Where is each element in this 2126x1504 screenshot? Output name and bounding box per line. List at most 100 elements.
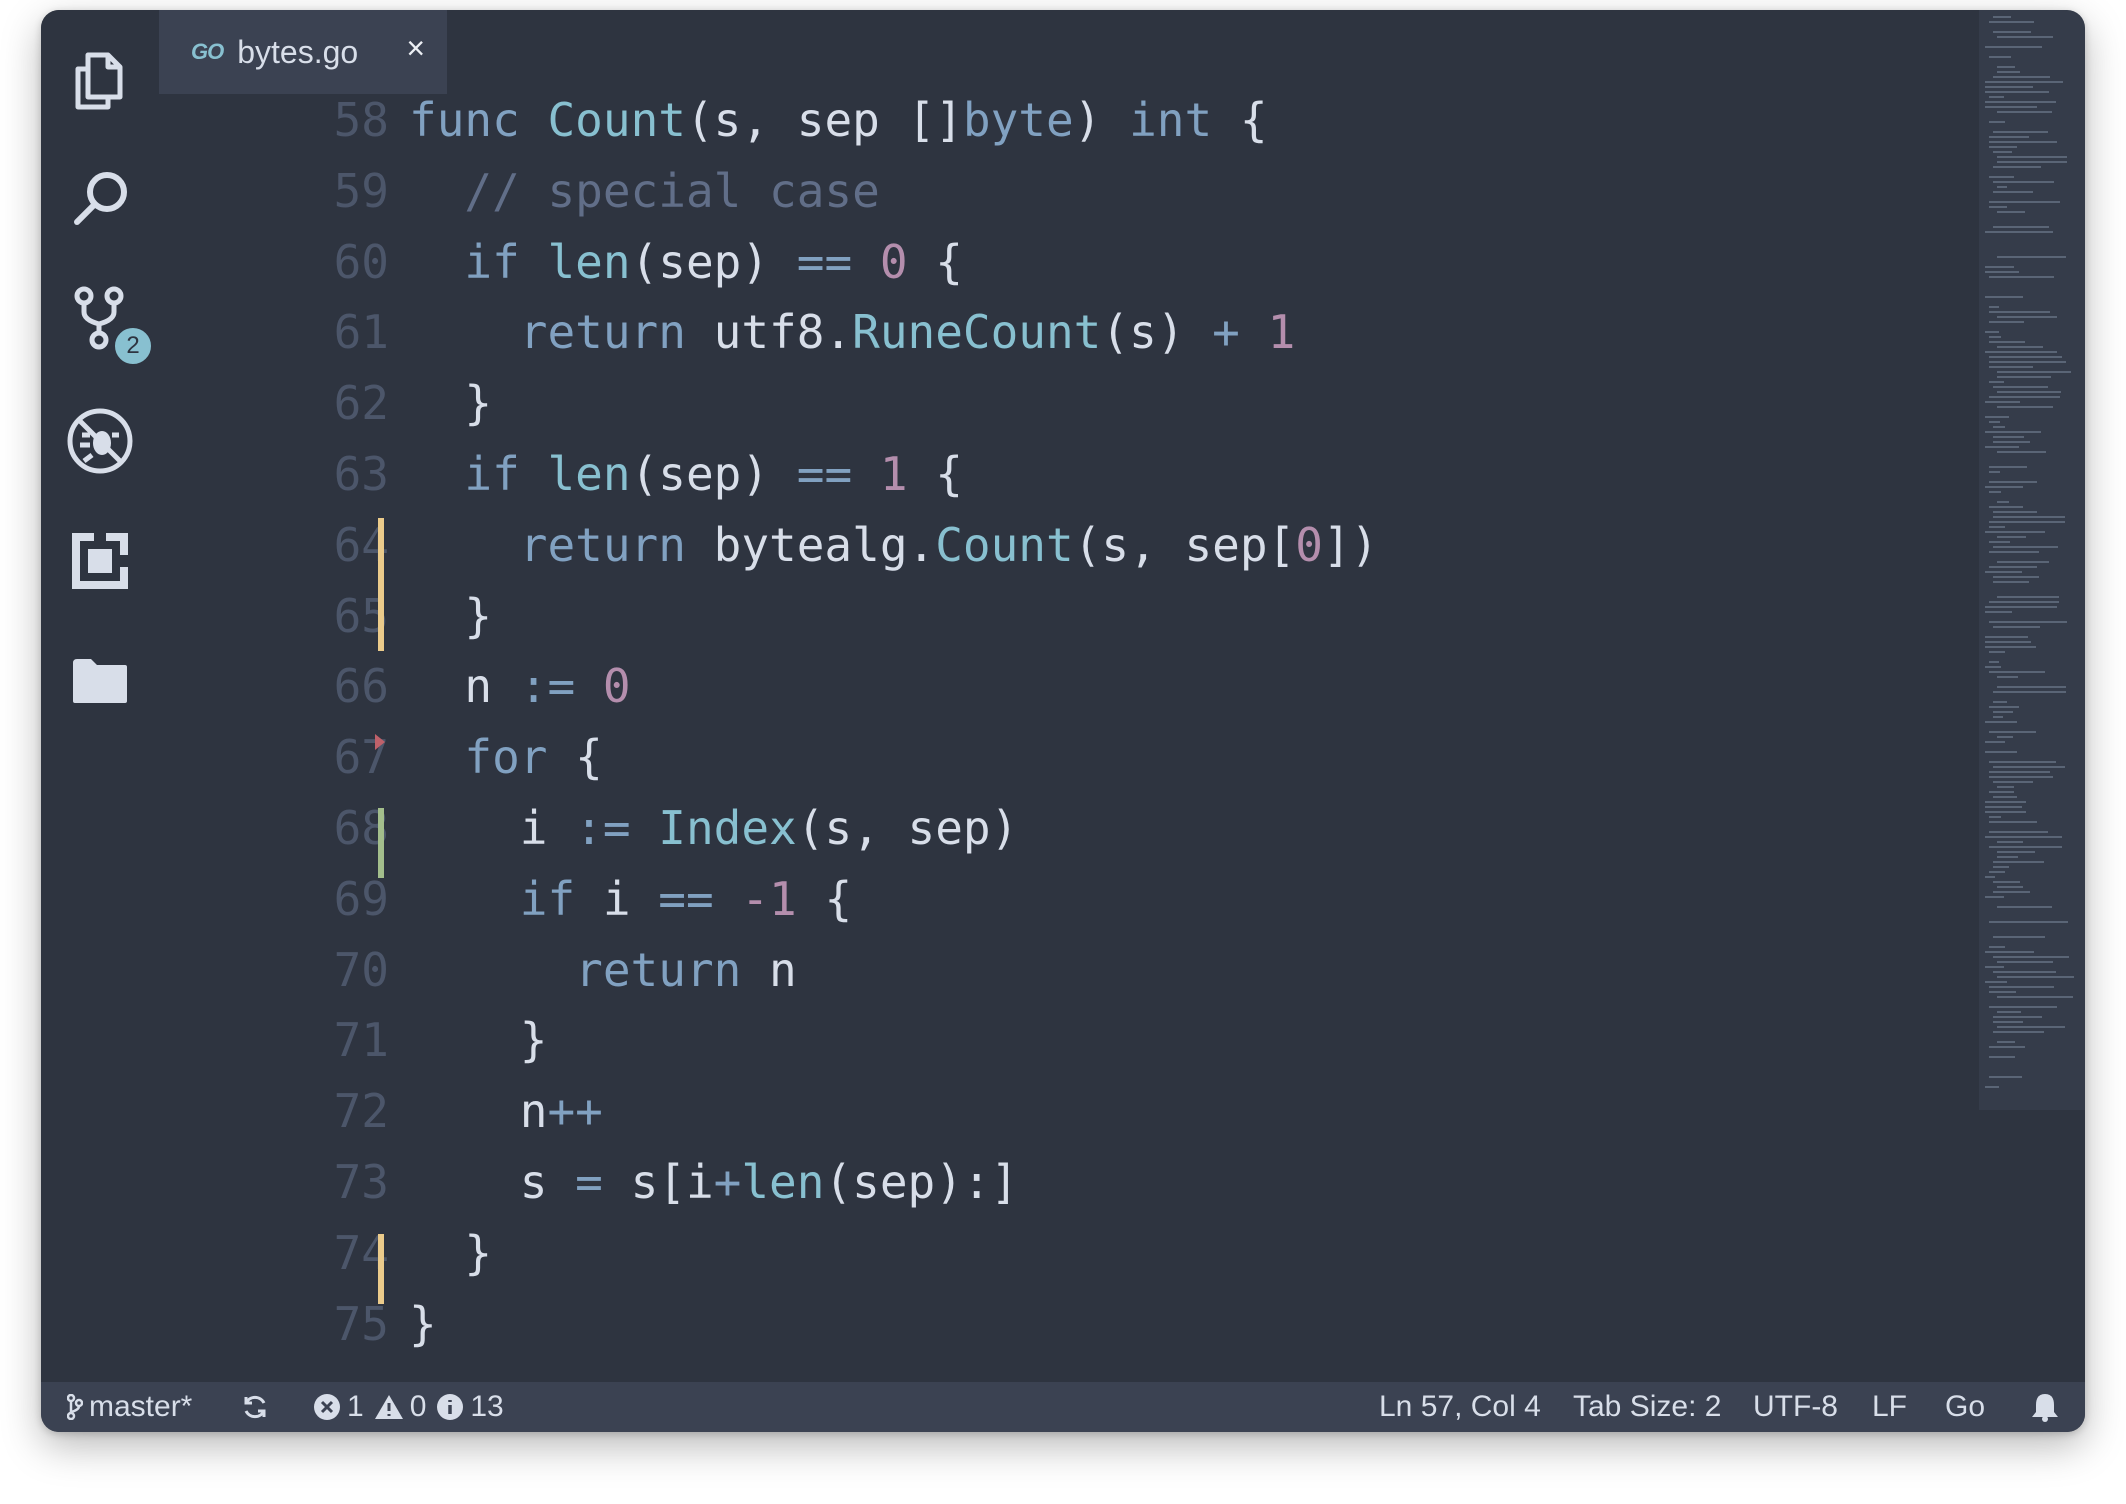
minimap-line — [1993, 1031, 2044, 1033]
encoding[interactable]: UTF-8 — [1753, 1382, 1838, 1432]
minimap-line — [1993, 226, 2049, 228]
minimap-line — [1993, 426, 2005, 428]
language-mode[interactable]: Go — [1945, 1382, 1985, 1432]
modified-gutter-marker — [378, 518, 384, 651]
minimap-line — [1993, 626, 2040, 628]
minimap-line — [1985, 966, 2004, 968]
minimap-line — [1985, 1086, 1999, 1088]
code-text: func Count(s, sep []byte) int { — [409, 93, 1268, 147]
debug-icon[interactable] — [59, 400, 141, 482]
minimap-line — [1989, 731, 2036, 733]
minimap-line — [1989, 381, 2004, 383]
code-line[interactable]: 65 } — [159, 580, 1979, 652]
minimap-line — [1989, 551, 2039, 553]
tab-bytes-go[interactable]: GO bytes.go × — [159, 10, 447, 94]
extensions-icon[interactable] — [59, 520, 141, 602]
code-line[interactable]: 70 return n — [159, 934, 1979, 1006]
minimap-line — [1989, 471, 2000, 473]
search-icon[interactable] — [59, 158, 141, 240]
minimap-line — [1985, 806, 2022, 808]
minimap-line — [1993, 936, 2045, 938]
minimap-line — [1985, 741, 2005, 743]
minimap-line — [1993, 386, 2048, 388]
minimap-line — [1993, 796, 2017, 798]
minimap-line — [1997, 856, 2018, 858]
minimap-line — [1989, 566, 2037, 568]
source-control-icon[interactable]: 2 — [59, 278, 154, 367]
minimap-line — [1989, 121, 2005, 123]
minimap-line — [1997, 161, 2067, 163]
code-text: for { — [464, 730, 603, 785]
minimap-line — [1989, 146, 2017, 148]
minimap-line — [1989, 341, 2025, 343]
minimap-line — [1993, 766, 2065, 768]
info-count: 13 — [470, 1390, 504, 1423]
code-line[interactable]: 74 } — [159, 1217, 1979, 1289]
code-line[interactable]: 73 s = s[i+len(sep):] — [159, 1146, 1979, 1218]
code-line[interactable]: 75} — [159, 1288, 1979, 1360]
line-number: 63 — [333, 447, 389, 501]
end-of-line[interactable]: LF — [1872, 1382, 1907, 1432]
sync-button[interactable] — [241, 1382, 269, 1432]
minimap-line — [1993, 166, 2041, 168]
notifications-bell[interactable] — [2029, 1382, 2061, 1432]
minimap-line — [1997, 451, 2046, 453]
minimap-line — [1997, 996, 2073, 998]
code-line[interactable]: 71 } — [159, 1004, 1979, 1076]
code-line[interactable]: 72 n++ — [159, 1075, 1979, 1147]
minimap[interactable] — [1979, 10, 2085, 1382]
code-line[interactable]: 64 return bytealg.Count(s, sep[0]) — [159, 509, 1979, 581]
code-line[interactable]: 66 n := 0 — [159, 650, 1979, 722]
code-line[interactable]: 69 if i == -1 { — [159, 863, 1979, 935]
minimap-line — [1989, 506, 2023, 508]
minimap-line — [1985, 446, 2019, 448]
minimap-line — [1985, 231, 2053, 233]
minimap-line — [1989, 816, 2001, 818]
code-line[interactable]: 67 for { — [159, 721, 1979, 793]
code-line[interactable]: 61 return utf8.RuneCount(s) + 1 — [159, 296, 1979, 368]
minimap-line — [1985, 401, 2020, 403]
code-editor[interactable]: 58 func Count(s, sep []byte) int {59 // s… — [159, 93, 1979, 1382]
minimap-line — [1997, 156, 2067, 158]
explorer-icon[interactable] — [59, 38, 141, 120]
code-text: n := 0 — [409, 659, 631, 714]
minimap-line — [1989, 771, 2050, 773]
folder-icon[interactable] — [59, 640, 141, 722]
minimap-line — [1989, 821, 2037, 823]
minimap-line — [1993, 191, 2033, 193]
code-line[interactable]: 68 i := Index(s, sep) — [159, 792, 1979, 864]
minimap-line — [1985, 486, 2023, 488]
minimap-slider[interactable] — [1979, 10, 2085, 1110]
go-file-icon: GO — [191, 39, 224, 64]
minimap-line — [1989, 421, 2000, 423]
minimap-line — [1993, 971, 2056, 973]
minimap-line — [1993, 181, 2054, 183]
minimap-line — [1989, 21, 2034, 23]
minimap-line — [1985, 101, 2056, 103]
code-line[interactable]: 62 } — [159, 367, 1979, 439]
minimap-line — [1997, 841, 2023, 843]
cursor-position[interactable]: Ln 57, Col 4 — [1379, 1382, 1541, 1432]
line-number: 60 — [333, 234, 389, 289]
code-line[interactable]: 59 // special case — [159, 155, 1979, 227]
minimap-line — [1997, 406, 2053, 408]
tab-size[interactable]: Tab Size: 2 — [1573, 1382, 1721, 1432]
tab-close-button[interactable]: × — [406, 30, 425, 67]
minimap-line — [1993, 956, 2069, 958]
line-number: 73 — [333, 1155, 389, 1209]
warning-icon — [374, 1395, 403, 1419]
minimap-line — [1985, 801, 2026, 803]
minimap-line — [1997, 376, 2051, 378]
minimap-line — [1997, 316, 2057, 318]
branch-status[interactable]: master* — [67, 1382, 192, 1432]
minimap-line — [1993, 441, 2030, 443]
problems-status[interactable]: 1 0 13 — [313, 1382, 504, 1432]
code-line[interactable]: 63 if len(sep) == 1 { — [159, 438, 1979, 510]
minimap-line — [1997, 36, 2053, 38]
minimap-line — [1997, 786, 2014, 788]
code-line[interactable]: 58 func Count(s, sep []byte) int { — [159, 84, 1979, 156]
minimap-line — [1997, 211, 2025, 213]
minimap-line — [1989, 1076, 2022, 1078]
code-line[interactable]: 60 if len(sep) == 0 { — [159, 226, 1979, 298]
error-icon — [314, 1394, 340, 1420]
